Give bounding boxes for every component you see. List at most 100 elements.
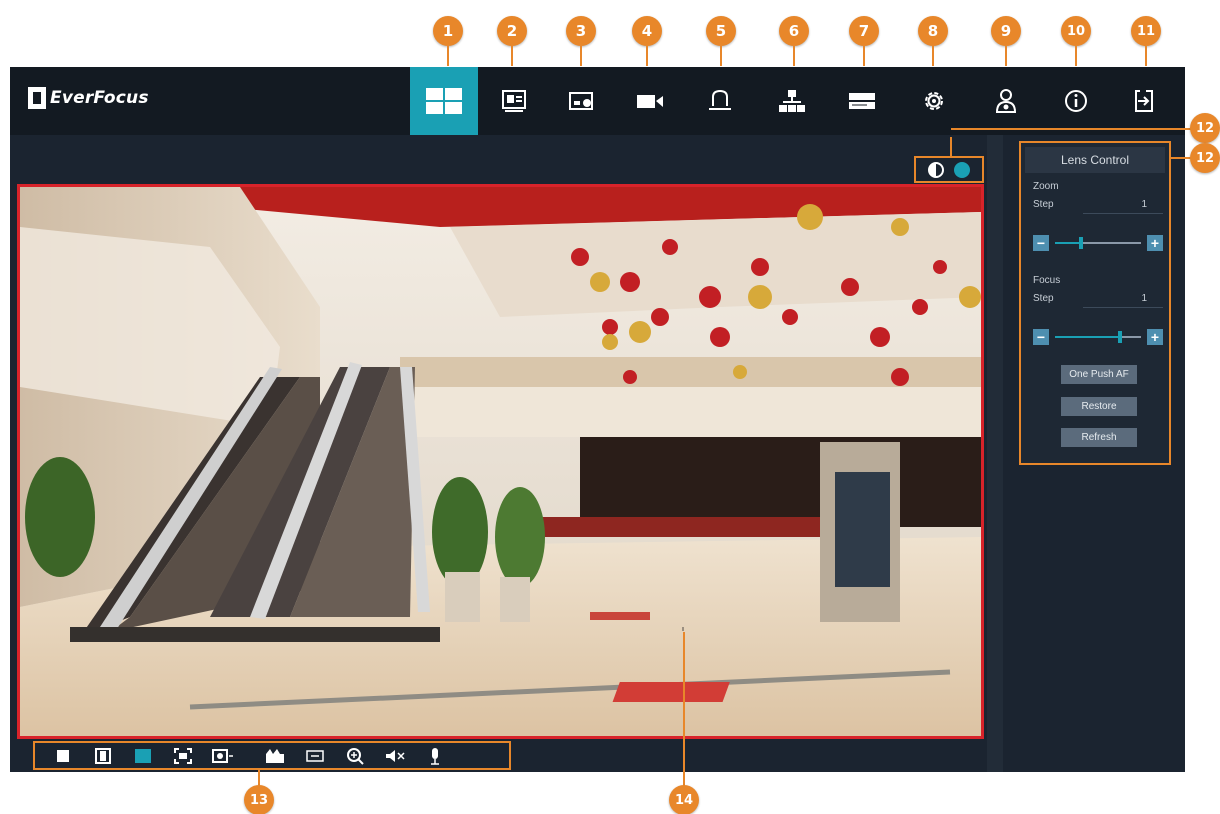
record-button[interactable] bbox=[255, 743, 295, 768]
original-ratio-button[interactable] bbox=[83, 743, 123, 768]
callout-leader bbox=[863, 46, 865, 66]
callout-2: 2 bbox=[497, 16, 527, 46]
callout-12-lens: 12 bbox=[1190, 143, 1220, 173]
zoom-slider-fill bbox=[1055, 242, 1081, 244]
digital-zoom-button[interactable] bbox=[295, 743, 335, 768]
focus-far-button[interactable]: + bbox=[1147, 329, 1163, 345]
lens-control-toggle-icon[interactable] bbox=[954, 161, 970, 178]
callout-10: 10 bbox=[1061, 16, 1091, 46]
callout-leader bbox=[580, 46, 582, 66]
callout-leader bbox=[950, 137, 952, 156]
everfocus-logo: EverFocus bbox=[28, 87, 149, 109]
logo-text: EverFocus bbox=[50, 88, 149, 108]
digital-zoom-icon bbox=[306, 749, 324, 762]
zoom-step-label: Step bbox=[1033, 199, 1054, 210]
zoom-slider-track[interactable] bbox=[1055, 237, 1141, 249]
stretch-button[interactable] bbox=[123, 743, 163, 768]
zoom-in-lens-button[interactable]: + bbox=[1147, 235, 1163, 251]
panel-divider bbox=[987, 135, 1003, 772]
nav-alarm[interactable] bbox=[686, 67, 754, 135]
snapshot-icon bbox=[212, 748, 233, 763]
callout-4: 4 bbox=[632, 16, 662, 46]
microphone-button[interactable] bbox=[415, 743, 455, 768]
focus-step-label: Step bbox=[1033, 293, 1054, 304]
nav-storage[interactable] bbox=[828, 67, 896, 135]
snapshot-button[interactable] bbox=[203, 743, 243, 768]
camera-icon bbox=[637, 95, 663, 108]
nav-logout[interactable] bbox=[1110, 67, 1178, 135]
record-icon bbox=[266, 748, 284, 763]
mall-camera-image bbox=[20, 187, 981, 736]
nav-picture[interactable] bbox=[548, 67, 616, 135]
callout-leader bbox=[447, 46, 449, 66]
live-video-feed[interactable] bbox=[17, 184, 984, 739]
zoom-label: Zoom bbox=[1033, 181, 1059, 192]
microphone-icon bbox=[431, 747, 439, 765]
zoom-slider-handle[interactable] bbox=[1079, 237, 1083, 249]
callout-8: 8 bbox=[918, 16, 948, 46]
logout-icon bbox=[1135, 90, 1153, 112]
logo-mark-icon bbox=[28, 87, 46, 109]
focus-step-value[interactable]: 1 bbox=[1141, 293, 1147, 304]
nav-network[interactable] bbox=[758, 67, 826, 135]
zoom-step-underline bbox=[1083, 213, 1163, 214]
video-toolbar bbox=[33, 741, 511, 770]
callout-7: 7 bbox=[849, 16, 879, 46]
zoom-step-value[interactable]: 1 bbox=[1141, 199, 1147, 210]
callout-5: 5 bbox=[706, 16, 736, 46]
callout-leader bbox=[1145, 46, 1147, 66]
refresh-button[interactable]: Refresh bbox=[1061, 428, 1137, 447]
fullscreen-icon bbox=[174, 747, 192, 764]
mute-button[interactable] bbox=[375, 743, 415, 768]
zoom-slider: − + bbox=[1033, 235, 1163, 251]
callout-6: 6 bbox=[779, 16, 809, 46]
nav-live-view[interactable] bbox=[410, 67, 478, 135]
user-maintenance-icon bbox=[995, 89, 1017, 113]
nav-info[interactable] bbox=[1042, 67, 1110, 135]
lens-control-title: Lens Control bbox=[1025, 147, 1165, 173]
display-mode-icons bbox=[914, 156, 984, 183]
restore-button[interactable]: Restore bbox=[1061, 397, 1137, 416]
focus-step-underline bbox=[1083, 307, 1163, 308]
settings-gear-icon bbox=[925, 92, 943, 110]
alarm-bell-icon bbox=[709, 89, 731, 110]
top-navigation-bar: EverFocus bbox=[10, 67, 1185, 135]
callout-3: 3 bbox=[566, 16, 596, 46]
one-push-af-button[interactable]: One Push AF bbox=[1061, 365, 1137, 384]
callout-leader bbox=[1075, 46, 1077, 66]
nav-playback[interactable] bbox=[480, 67, 548, 135]
picture-icon bbox=[569, 92, 593, 110]
callout-leader bbox=[951, 128, 1192, 130]
callout-leader bbox=[793, 46, 795, 66]
focus-slider-track[interactable] bbox=[1055, 331, 1141, 343]
callout-leader bbox=[720, 46, 722, 66]
callout-leader bbox=[1005, 46, 1007, 66]
playback-icon bbox=[502, 90, 526, 112]
zoom-out-button[interactable]: − bbox=[1033, 235, 1049, 251]
callout-leader bbox=[511, 46, 513, 66]
nav-camera[interactable] bbox=[616, 67, 684, 135]
callout-1: 1 bbox=[433, 16, 463, 46]
contrast-icon[interactable] bbox=[928, 161, 944, 178]
callout-11: 11 bbox=[1131, 16, 1161, 46]
callout-9: 9 bbox=[991, 16, 1021, 46]
stop-icon bbox=[57, 749, 69, 762]
focus-slider-handle[interactable] bbox=[1118, 331, 1122, 343]
zoom-in-button[interactable] bbox=[335, 743, 375, 768]
stop-button[interactable] bbox=[43, 743, 83, 768]
focus-slider-fill bbox=[1055, 336, 1120, 338]
lens-control-panel: Lens Control Zoom Step 1 − + Focus Step … bbox=[1019, 141, 1171, 465]
zoom-in-icon bbox=[347, 747, 364, 765]
callout-leader bbox=[932, 46, 934, 66]
storage-icon bbox=[849, 93, 875, 109]
focus-slider: − + bbox=[1033, 329, 1163, 345]
callout-12-mode: 12 bbox=[1190, 113, 1220, 143]
fullscreen-button[interactable] bbox=[163, 743, 203, 768]
info-icon bbox=[1065, 90, 1087, 112]
network-icon bbox=[779, 90, 805, 112]
live-view-grid-icon bbox=[426, 88, 462, 114]
focus-near-button[interactable]: − bbox=[1033, 329, 1049, 345]
focus-label: Focus bbox=[1033, 275, 1061, 286]
nav-settings[interactable] bbox=[900, 67, 968, 135]
nav-maintenance[interactable] bbox=[972, 67, 1040, 135]
